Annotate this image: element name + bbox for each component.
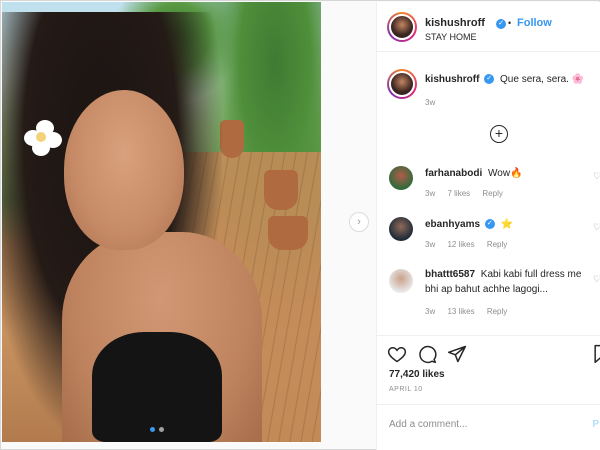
plant-pot	[264, 170, 298, 210]
next-photo-button[interactable]: ›	[349, 212, 369, 232]
comments-list: kishushroff ✓ Que sera, sera. 🌸 3w + far…	[377, 52, 600, 335]
comment-likes[interactable]: 12 likes	[447, 240, 474, 249]
comment: farhanabodi Wow🔥	[425, 166, 585, 181]
face	[64, 90, 184, 250]
comment-likes[interactable]: 13 likes	[447, 307, 474, 316]
reply-button[interactable]: Reply	[487, 240, 507, 249]
commenter-avatar[interactable]	[389, 217, 413, 241]
comment-icon[interactable]	[417, 344, 437, 364]
comment-username[interactable]: ebanhyams	[425, 219, 480, 230]
reply-button[interactable]: Reply	[482, 189, 502, 198]
comment-meta: 3w 7 likes Reply	[425, 189, 513, 198]
post-panel: kishushroff ✓ • Follow STAY HOME kishush…	[376, 2, 600, 450]
caption: kishushroff ✓ Que sera, sera. 🌸	[425, 72, 595, 87]
commenter-avatar[interactable]	[389, 269, 413, 293]
caption-username[interactable]: kishushroff	[425, 74, 479, 85]
plus-icon: +	[494, 125, 504, 141]
reply-button[interactable]: Reply	[487, 307, 507, 316]
comment-meta: 3w 12 likes Reply	[425, 240, 517, 249]
comment-likes[interactable]: 7 likes	[447, 189, 470, 198]
comment-username[interactable]: bhattt6587	[425, 269, 475, 280]
comment-text: ⭐	[500, 219, 514, 230]
carousel-dots	[150, 427, 164, 432]
post-location[interactable]: STAY HOME	[425, 32, 477, 42]
post-actions: 77,420 likes APRIL 10	[377, 335, 600, 395]
heart-icon[interactable]	[387, 344, 407, 364]
caption-text: Que sera, sera. 🌸	[500, 74, 585, 85]
separator-dot: •	[508, 18, 512, 28]
comment-username[interactable]: farhanabodi	[425, 168, 482, 179]
plant-pot	[268, 216, 308, 250]
like-comment-heart-icon[interactable]: ♡	[593, 274, 600, 285]
commenter-avatar[interactable]	[389, 166, 413, 190]
like-comment-heart-icon[interactable]: ♡	[593, 171, 600, 182]
follow-button[interactable]: Follow	[517, 17, 552, 29]
comment: ebanhyams ✓ ⭐	[425, 217, 585, 232]
caption-avatar[interactable]	[387, 69, 417, 99]
comment: bhattt6587 Kabi kabi full dress me bhi a…	[425, 267, 591, 297]
post-header: kishushroff ✓ • Follow STAY HOME	[377, 2, 600, 52]
caption-age: 3w	[425, 98, 436, 107]
bookmark-icon[interactable]	[591, 344, 600, 364]
plant-pot	[220, 120, 244, 158]
comment-input[interactable]: Add a comment...	[389, 419, 467, 430]
author-avatar[interactable]	[387, 12, 417, 42]
flower-icon	[24, 120, 64, 156]
post-frame: › kishushroff ✓ • Follow STAY HOME kishu…	[0, 0, 600, 450]
comment-age: 3w	[425, 240, 436, 249]
chevron-right-icon: ›	[357, 216, 361, 228]
post-comment-button[interactable]: P	[592, 419, 599, 430]
carousel-dot	[150, 427, 155, 432]
load-more-comments-button[interactable]: +	[490, 125, 508, 143]
verified-icon: ✓	[484, 219, 495, 230]
add-comment-bar: Add a comment... P	[377, 404, 600, 444]
comment-age: 3w	[425, 307, 436, 316]
share-icon[interactable]	[447, 344, 467, 364]
verified-icon: ✓	[496, 19, 506, 29]
comment-age: 3w	[425, 189, 436, 198]
carousel-dot	[159, 427, 164, 432]
verified-icon: ✓	[484, 74, 495, 85]
swimwear	[92, 332, 222, 442]
like-comment-heart-icon[interactable]: ♡	[593, 222, 600, 233]
comment-meta: 3w 13 likes Reply	[425, 307, 517, 316]
likes-count[interactable]: 77,420 likes	[389, 369, 445, 380]
author-username[interactable]: kishushroff	[425, 17, 485, 29]
comment-text: Wow🔥	[488, 168, 523, 179]
post-date: APRIL 10	[389, 386, 423, 393]
post-photo[interactable]	[2, 2, 321, 442]
